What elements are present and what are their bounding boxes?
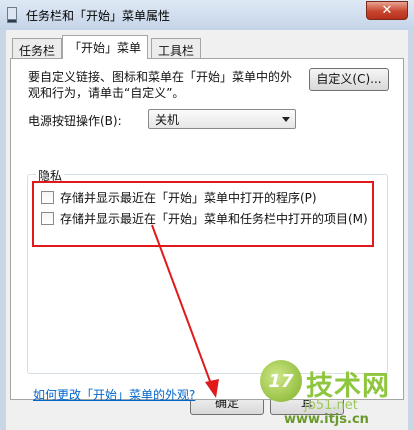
red-highlight-box	[32, 181, 374, 247]
watermark: 17 技术网 jb51.net www.itjs.cn	[260, 358, 410, 428]
tab-label: 任务栏	[19, 44, 56, 58]
chevron-down-icon	[282, 117, 290, 122]
customize-button[interactable]: 自定义(C)...	[309, 68, 389, 91]
tab-label: 工具栏	[158, 44, 195, 58]
description-text: 要自定义链接、图标和菜单在「开始」菜单中的外观和行为，请单击“自定义”。	[28, 70, 293, 100]
watermark-sub: jb51.net	[304, 398, 358, 413]
tab-toolbars[interactable]: 工具栏	[151, 38, 202, 58]
watermark-logo-icon: 17	[260, 360, 302, 402]
tab-start-menu[interactable]: 「开始」菜单	[62, 35, 149, 59]
watermark-site: www.itjs.cn	[284, 412, 369, 427]
power-action-value: 关机	[155, 113, 180, 127]
tab-panel: 要自定义链接、图标和菜单在「开始」菜单中的外观和行为，请单击“自定义”。 自定义…	[10, 58, 404, 403]
tab-taskbar[interactable]: 任务栏	[12, 38, 63, 58]
help-link[interactable]: 如何更改「开始」菜单的外观?	[33, 386, 195, 403]
power-action-select[interactable]: 关机	[148, 109, 296, 129]
window-title: 任务栏和「开始」菜单属性	[26, 9, 171, 23]
taskbar-app-icon	[7, 7, 17, 23]
close-button[interactable]: ✕	[366, 1, 408, 20]
title-bar: 任务栏和「开始」菜单属性 ✕	[0, 0, 414, 30]
close-icon: ✕	[381, 3, 393, 18]
tab-label: 「开始」菜单	[69, 41, 142, 55]
power-button-label: 电源按钮操作(B):	[28, 114, 122, 128]
